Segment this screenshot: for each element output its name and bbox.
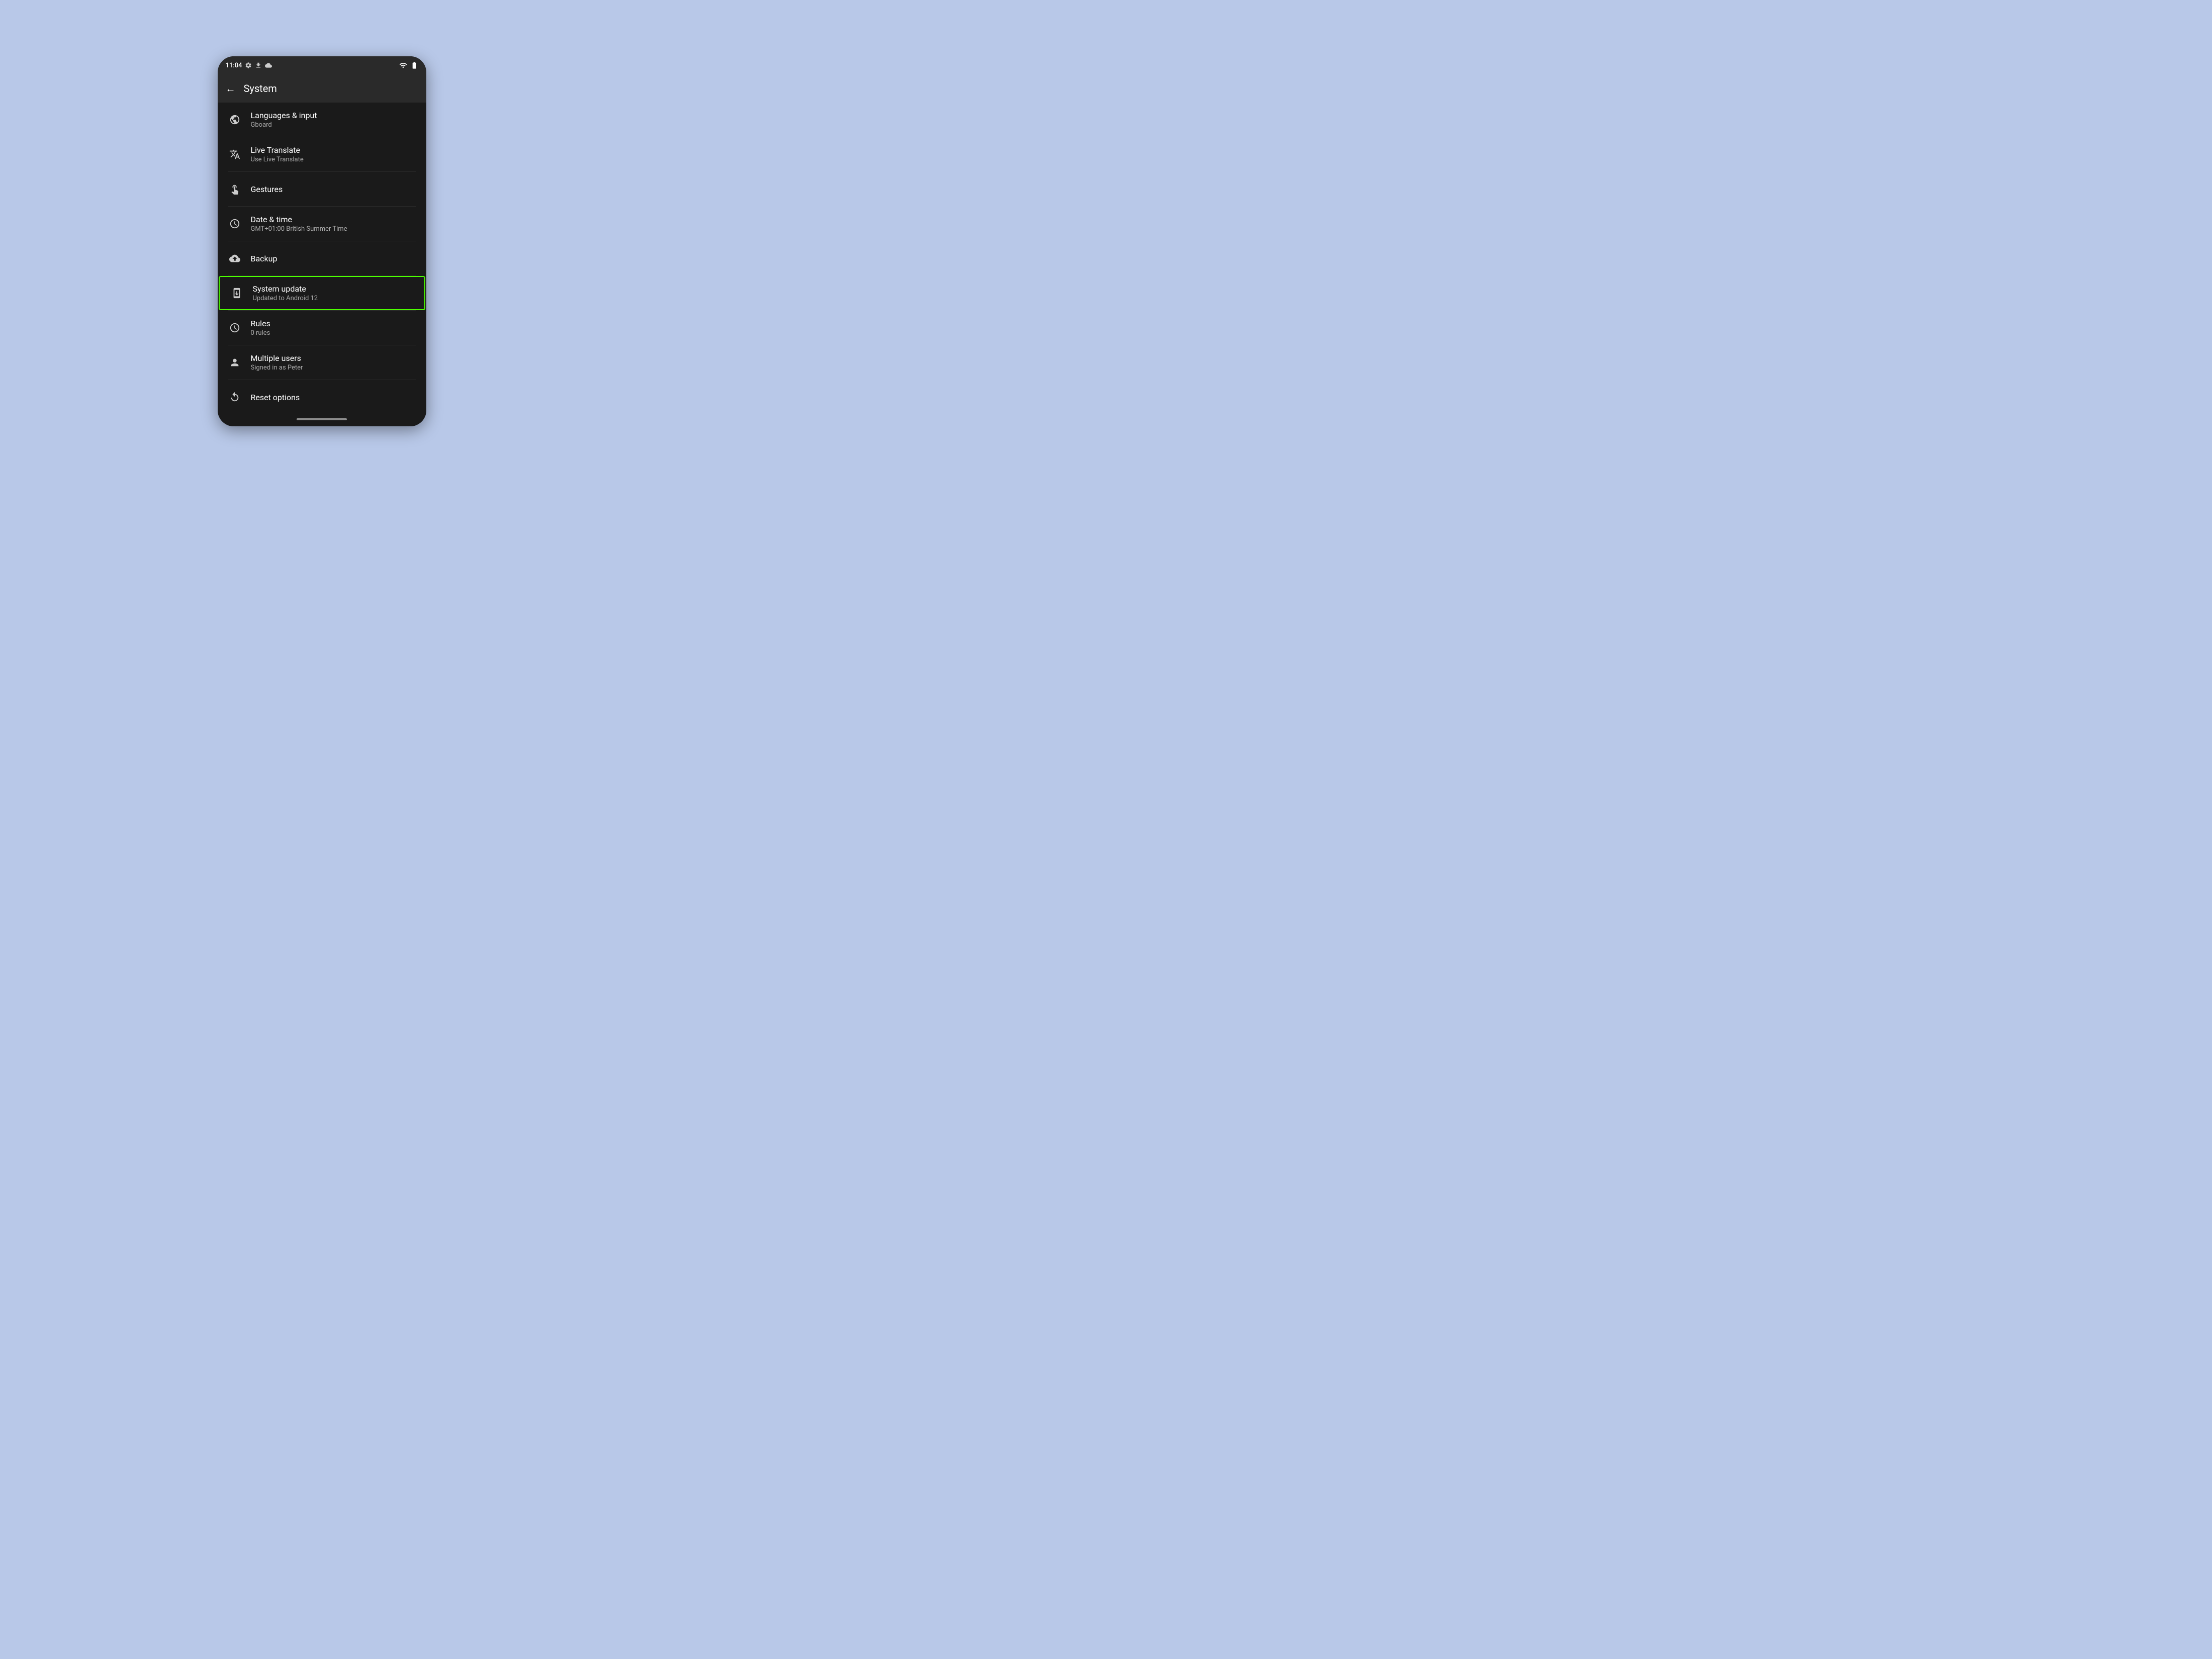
gestures-text: Gestures xyxy=(251,185,283,194)
status-bar-left: 11:04 xyxy=(226,62,272,69)
date-time-subtitle: GMT+01:00 British Summer Time xyxy=(251,225,347,233)
battery-icon xyxy=(410,61,418,69)
status-time: 11:04 xyxy=(226,62,242,69)
page-title: System xyxy=(244,82,277,95)
status-bar: 11:04 xyxy=(218,56,426,74)
system-update-icon xyxy=(230,286,244,300)
rules-subtitle: 0 rules xyxy=(251,329,270,337)
gestures-title: Gestures xyxy=(251,185,283,194)
multiple-users-title: Multiple users xyxy=(251,353,303,363)
languages-text: Languages & input Gboard xyxy=(251,111,317,129)
download-icon xyxy=(255,62,262,69)
system-update-text: System update Updated to Android 12 xyxy=(253,284,318,302)
home-bar[interactable] xyxy=(297,418,347,420)
rules-icon xyxy=(228,321,242,335)
multiple-users-subtitle: Signed in as Peter xyxy=(251,364,303,372)
back-button[interactable]: ← xyxy=(226,82,236,95)
rules-text: Rules 0 rules xyxy=(251,319,270,337)
reset-options-title: Reset options xyxy=(251,393,300,402)
menu-item-system-update[interactable]: System update Updated to Android 12 xyxy=(219,276,425,310)
gear-icon xyxy=(245,62,252,69)
home-indicator xyxy=(218,414,426,426)
live-translate-text: Live Translate Use Live Translate xyxy=(251,145,304,163)
menu-item-languages[interactable]: Languages & input Gboard xyxy=(218,103,426,137)
menu-item-rules[interactable]: Rules 0 rules xyxy=(218,311,426,345)
menu-item-date-time[interactable]: Date & time GMT+01:00 British Summer Tim… xyxy=(218,207,426,241)
rules-title: Rules xyxy=(251,319,270,328)
translate-icon xyxy=(228,147,242,161)
languages-subtitle: Gboard xyxy=(251,121,317,129)
clock-icon xyxy=(228,217,242,231)
users-icon xyxy=(228,355,242,370)
reset-options-text: Reset options xyxy=(251,393,300,402)
reset-icon xyxy=(228,390,242,404)
menu-item-multiple-users[interactable]: Multiple users Signed in as Peter xyxy=(218,345,426,380)
backup-text: Backup xyxy=(251,254,278,263)
live-translate-subtitle: Use Live Translate xyxy=(251,156,304,163)
globe-icon xyxy=(228,113,242,127)
header: ← System xyxy=(218,74,426,103)
menu-list: Languages & input Gboard Live Translate … xyxy=(218,103,426,414)
date-time-text: Date & time GMT+01:00 British Summer Tim… xyxy=(251,215,347,233)
live-translate-title: Live Translate xyxy=(251,145,304,155)
status-bar-right xyxy=(399,61,418,69)
gestures-icon xyxy=(228,182,242,196)
system-update-subtitle: Updated to Android 12 xyxy=(253,295,318,302)
backup-icon xyxy=(228,251,242,265)
wifi-icon xyxy=(399,61,407,69)
cloud-icon xyxy=(265,62,272,69)
backup-title: Backup xyxy=(251,254,278,263)
multiple-users-text: Multiple users Signed in as Peter xyxy=(251,353,303,372)
languages-title: Languages & input xyxy=(251,111,317,120)
phone-container: 11:04 ← System xyxy=(218,56,426,426)
system-update-title: System update xyxy=(253,284,318,294)
menu-item-gestures[interactable]: Gestures xyxy=(218,172,426,206)
menu-item-backup[interactable]: Backup xyxy=(218,241,426,275)
date-time-title: Date & time xyxy=(251,215,347,224)
menu-item-reset-options[interactable]: Reset options xyxy=(218,380,426,414)
menu-item-live-translate[interactable]: Live Translate Use Live Translate xyxy=(218,137,426,171)
